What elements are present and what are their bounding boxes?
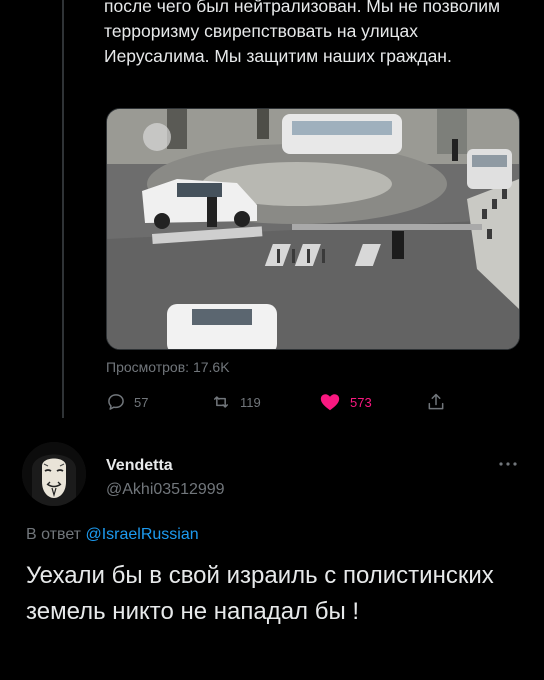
reply-button[interactable]: 57 [106,388,148,416]
avatar[interactable] [22,442,86,506]
video-frame-image [107,109,519,349]
reply-context: В ответ @IsraelRussian [26,526,199,544]
reply-count: 57 [134,394,149,410]
reply-author-handle[interactable]: @Akhi03512999 [106,481,225,499]
retweet-count: 119 [240,394,261,410]
more-options-button[interactable] [496,456,520,472]
share-icon [428,393,444,410]
tweet-media-video[interactable] [106,108,520,350]
tweet-views-count: Просмотров: 17.6K [106,359,230,375]
heart-filled-icon [320,394,340,411]
reply-author-name[interactable]: Vendetta [106,457,173,475]
tweet-text: после чего был нейтрализован. Мы не позв… [104,0,501,66]
like-count: 573 [350,394,372,410]
share-button[interactable] [426,388,446,416]
like-button[interactable]: 573 [318,388,372,416]
guy-fawkes-mask-icon [22,442,86,506]
tweet-action-bar: 57 119 573 [106,388,466,416]
reply-text: Уехали бы в свой израиль с полистинских … [26,562,494,625]
retweet-icon [214,396,228,408]
retweet-button[interactable]: 119 [210,388,261,416]
reply-to-mention-link[interactable]: @IsraelRussian [85,526,198,543]
reply-icon [108,394,124,410]
thread-connector-line [62,0,64,418]
reply-to-prefix: В ответ [26,526,82,543]
more-icon [499,462,517,466]
